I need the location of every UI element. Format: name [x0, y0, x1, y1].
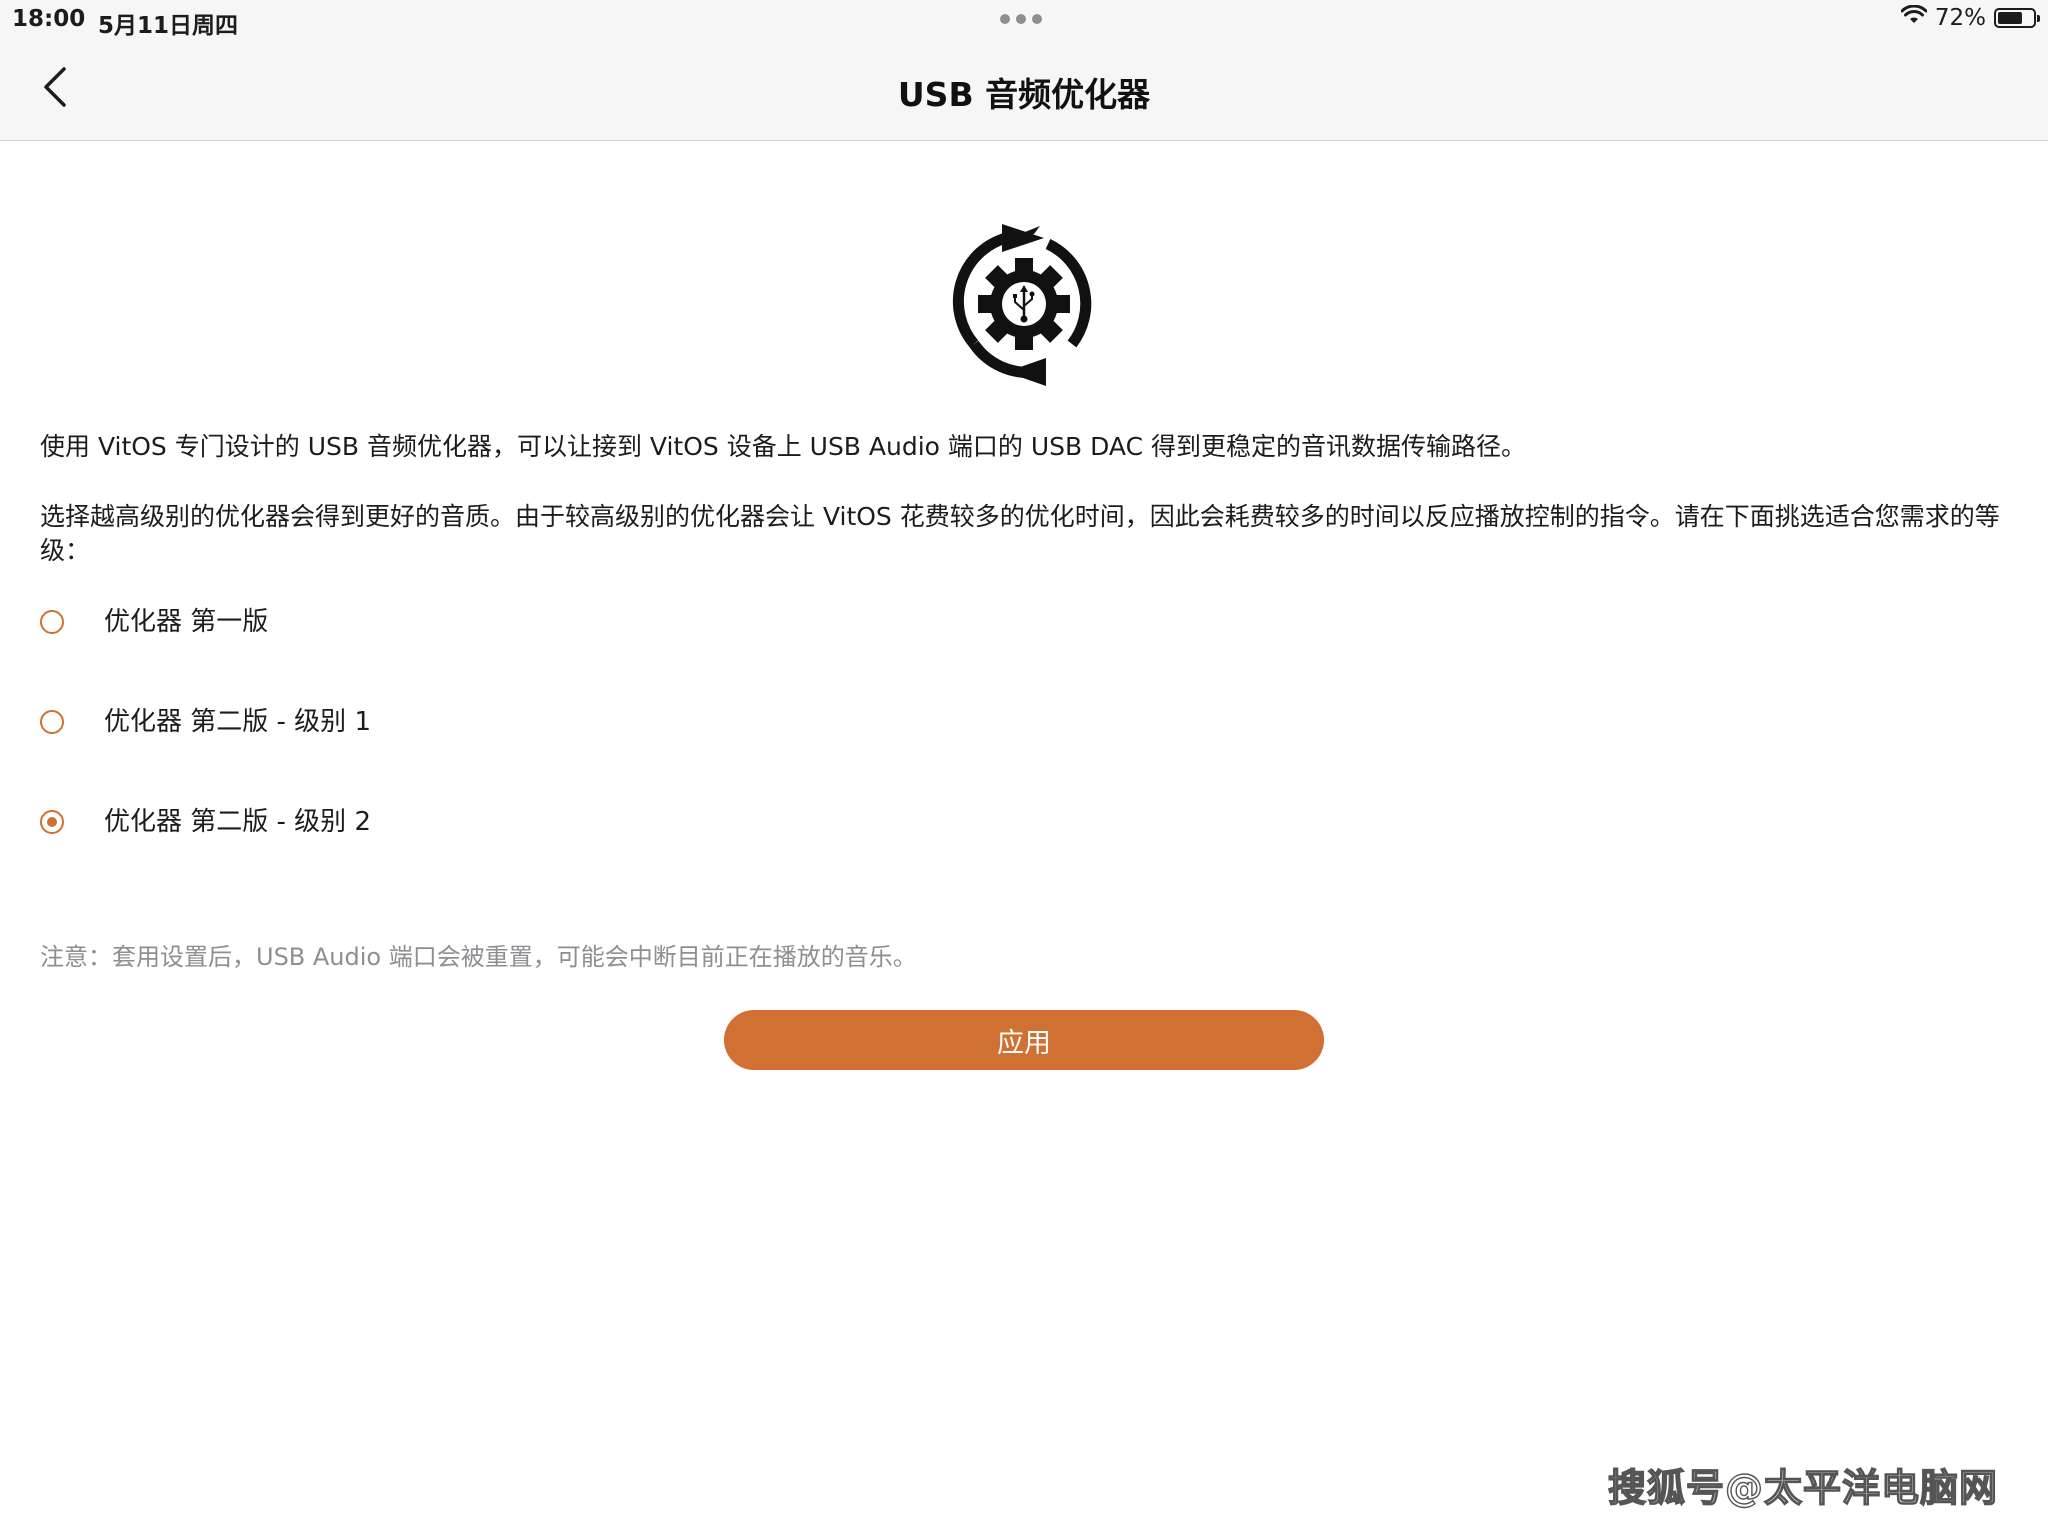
option-label: 优化器 第一版: [104, 607, 269, 637]
apply-button[interactable]: 应用: [724, 1010, 1324, 1070]
battery-icon: [1994, 8, 2040, 28]
option-optimizer-v2-level-2[interactable]: 优化器 第二版 - 级别 2: [40, 808, 2015, 908]
navigation-bar: USB 音频优化器: [0, 40, 2048, 141]
description-content: 使用 VitOS 专门设计的 USB 音频优化器，可以让接到 VitOS 设备上…: [40, 430, 2015, 908]
status-indicators: 72%: [1900, 4, 2040, 31]
option-optimizer-v1[interactable]: 优化器 第一版: [40, 608, 2015, 708]
radio-button[interactable]: [40, 710, 64, 734]
description-paragraph-2: 选择越高级别的优化器会得到更好的音质。由于较高级别的优化器会让 VitOS 花费…: [40, 502, 2000, 565]
radio-button[interactable]: [40, 610, 64, 634]
page-title: USB 音频优化器: [897, 75, 1151, 114]
status-bar: 18:00 5月11日周四 72%: [0, 0, 2048, 40]
radio-button[interactable]: [40, 810, 64, 834]
watermark: 搜狐号@太平洋电脑网: [1607, 1465, 1998, 1510]
optimizer-options: 优化器 第一版 优化器 第二版 - 级别 1 优化器 第二版 - 级别 2: [40, 608, 2015, 908]
wifi-icon: [1900, 4, 1928, 31]
description-paragraph-1: 使用 VitOS 专门设计的 USB 音频优化器，可以让接到 VitOS 设备上…: [40, 432, 1527, 461]
reset-warning-note: 注意：套用设置后，USB Audio 端口会被重置，可能会中断目前正在播放的音乐…: [40, 943, 917, 971]
status-time: 18:00: [12, 6, 86, 32]
option-label: 优化器 第二版 - 级别 2: [104, 807, 371, 837]
option-label: 优化器 第二版 - 级别 1: [104, 707, 371, 737]
usb-gear-refresh-icon: [944, 216, 1104, 392]
status-date: 5月11日周四: [98, 13, 239, 39]
battery-percent: 72%: [1934, 5, 1986, 31]
multitasking-dots-icon[interactable]: [1000, 14, 1042, 24]
option-optimizer-v2-level-1[interactable]: 优化器 第二版 - 级别 1: [40, 708, 2015, 808]
